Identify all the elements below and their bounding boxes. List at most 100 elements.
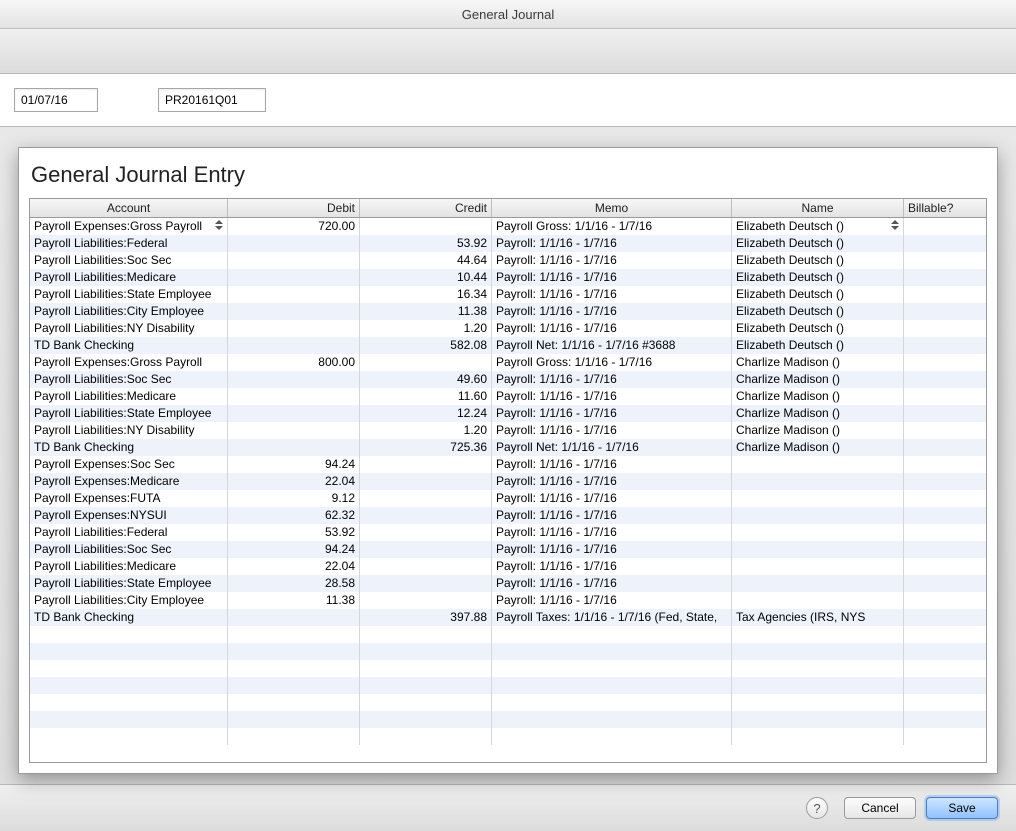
cell-credit[interactable]	[360, 473, 492, 490]
cell-credit[interactable]: 10.44	[360, 269, 492, 286]
cell-account[interactable]: Payroll Liabilities:Federal	[30, 524, 228, 541]
cell-name[interactable]	[732, 643, 904, 660]
journal-grid[interactable]: Account Debit Credit Memo Name Billable?…	[29, 198, 987, 763]
cell-memo[interactable]: Payroll Net: 1/1/16 - 1/7/16	[492, 439, 732, 456]
cell-name[interactable]: Elizabeth Deutsch ()	[732, 286, 904, 303]
cell-account[interactable]: Payroll Liabilities:City Employee	[30, 303, 228, 320]
cell-debit[interactable]: 28.58	[228, 575, 360, 592]
col-debit[interactable]: Debit	[228, 199, 360, 217]
cell-credit[interactable]	[360, 677, 492, 694]
table-row[interactable]: Payroll Liabilities:Medicare11.60Payroll…	[30, 388, 986, 405]
cell-billable[interactable]	[904, 286, 956, 303]
cell-credit[interactable]	[360, 218, 492, 235]
table-row[interactable]: Payroll Liabilities:State Employee16.34P…	[30, 286, 986, 303]
cell-name[interactable]: Elizabeth Deutsch ()	[732, 235, 904, 252]
cell-memo[interactable]	[492, 643, 732, 660]
cell-memo[interactable]: Payroll: 1/1/16 - 1/7/16	[492, 252, 732, 269]
cell-debit[interactable]	[228, 269, 360, 286]
table-row[interactable]: Payroll Liabilities:City Employee 11.38Pa…	[30, 303, 986, 320]
cell-credit[interactable]	[360, 354, 492, 371]
cell-account[interactable]: Payroll Expenses:NYSUI	[30, 507, 228, 524]
cell-billable[interactable]	[904, 524, 956, 541]
table-row[interactable]: Payroll Liabilities:NY Disability1.20Pay…	[30, 422, 986, 439]
table-row[interactable]: Payroll Liabilities:Soc Sec44.64Payroll:…	[30, 252, 986, 269]
cell-memo[interactable]: Payroll: 1/1/16 - 1/7/16	[492, 320, 732, 337]
cell-debit[interactable]	[228, 609, 360, 626]
cell-credit[interactable]: 16.34	[360, 286, 492, 303]
cell-debit[interactable]	[228, 320, 360, 337]
cell-billable[interactable]	[904, 269, 956, 286]
col-billable[interactable]: Billable?	[904, 199, 956, 217]
cell-credit[interactable]: 725.36	[360, 439, 492, 456]
cell-debit[interactable]	[228, 643, 360, 660]
cell-memo[interactable]	[492, 728, 732, 745]
cell-memo[interactable]	[492, 711, 732, 728]
col-name[interactable]: Name	[732, 199, 904, 217]
cell-debit[interactable]	[228, 337, 360, 354]
cell-credit[interactable]	[360, 456, 492, 473]
col-credit[interactable]: Credit	[360, 199, 492, 217]
cell-billable[interactable]	[904, 354, 956, 371]
cell-memo[interactable]: Payroll: 1/1/16 - 1/7/16	[492, 558, 732, 575]
cell-billable[interactable]	[904, 660, 956, 677]
table-row-empty[interactable]	[30, 711, 986, 728]
cell-name[interactable]	[732, 541, 904, 558]
table-row[interactable]: Payroll Expenses:FUTA9.12Payroll: 1/1/16…	[30, 490, 986, 507]
cell-name[interactable]: Elizabeth Deutsch ()	[732, 337, 904, 354]
reference-field[interactable]	[158, 88, 266, 112]
cell-name[interactable]: Charlize Madison ()	[732, 439, 904, 456]
cell-billable[interactable]	[904, 456, 956, 473]
cell-name[interactable]: Elizabeth Deutsch ()	[732, 218, 904, 235]
cell-credit[interactable]	[360, 524, 492, 541]
cell-debit[interactable]	[228, 235, 360, 252]
table-row[interactable]: Payroll Liabilities:Federal53.92Payroll:…	[30, 235, 986, 252]
cell-name[interactable]	[732, 558, 904, 575]
cell-billable[interactable]	[904, 677, 956, 694]
cell-memo[interactable]: Payroll: 1/1/16 - 1/7/16	[492, 303, 732, 320]
cell-debit[interactable]	[228, 439, 360, 456]
table-row-empty[interactable]	[30, 626, 986, 643]
cell-debit[interactable]: 62.32	[228, 507, 360, 524]
cell-billable[interactable]	[904, 252, 956, 269]
cell-memo[interactable]: Payroll: 1/1/16 - 1/7/16	[492, 473, 732, 490]
cell-account[interactable]: Payroll Expenses:Medicare	[30, 473, 228, 490]
cell-billable[interactable]	[904, 303, 956, 320]
cell-credit[interactable]	[360, 694, 492, 711]
cell-credit[interactable]	[360, 660, 492, 677]
table-row[interactable]: TD Bank Checking725.36Payroll Net: 1/1/1…	[30, 439, 986, 456]
cell-memo[interactable]: Payroll: 1/1/16 - 1/7/16	[492, 541, 732, 558]
cell-debit[interactable]: 94.24	[228, 541, 360, 558]
cell-debit[interactable]	[228, 405, 360, 422]
cell-credit[interactable]: 11.38	[360, 303, 492, 320]
cell-billable[interactable]	[904, 592, 956, 609]
cell-billable[interactable]	[904, 558, 956, 575]
cell-account[interactable]: Payroll Expenses:Gross Payroll	[30, 354, 228, 371]
cell-name[interactable]	[732, 677, 904, 694]
cell-memo[interactable]: Payroll: 1/1/16 - 1/7/16	[492, 405, 732, 422]
cell-debit[interactable]: 720.00	[228, 218, 360, 235]
table-row-empty[interactable]	[30, 677, 986, 694]
table-row[interactable]: Payroll Liabilities:Medicare10.44Payroll…	[30, 269, 986, 286]
cell-debit[interactable]	[228, 677, 360, 694]
table-row[interactable]: Payroll Expenses:Gross Payroll800.00Payr…	[30, 354, 986, 371]
cell-credit[interactable]	[360, 541, 492, 558]
table-row[interactable]: Payroll Liabilities:Federal53.92Payroll:…	[30, 524, 986, 541]
cell-debit[interactable]: 22.04	[228, 473, 360, 490]
cell-memo[interactable]: Payroll: 1/1/16 - 1/7/16	[492, 371, 732, 388]
cell-memo[interactable]: Payroll: 1/1/16 - 1/7/16	[492, 269, 732, 286]
cell-memo[interactable]: Payroll: 1/1/16 - 1/7/16	[492, 575, 732, 592]
cell-memo[interactable]: Payroll: 1/1/16 - 1/7/16	[492, 507, 732, 524]
cell-billable[interactable]	[904, 643, 956, 660]
cell-memo[interactable]: Payroll: 1/1/16 - 1/7/16	[492, 490, 732, 507]
cell-name[interactable]	[732, 524, 904, 541]
cell-debit[interactable]	[228, 252, 360, 269]
cell-name[interactable]: Elizabeth Deutsch ()	[732, 252, 904, 269]
table-row[interactable]: Payroll Liabilities:Soc Sec94.24Payroll:…	[30, 541, 986, 558]
cell-name[interactable]	[732, 473, 904, 490]
cell-billable[interactable]	[904, 473, 956, 490]
table-row[interactable]: Payroll Liabilities:Medicare22.04Payroll…	[30, 558, 986, 575]
cell-credit[interactable]	[360, 558, 492, 575]
cell-credit[interactable]: 1.20	[360, 422, 492, 439]
cell-credit[interactable]	[360, 643, 492, 660]
cell-credit[interactable]	[360, 626, 492, 643]
